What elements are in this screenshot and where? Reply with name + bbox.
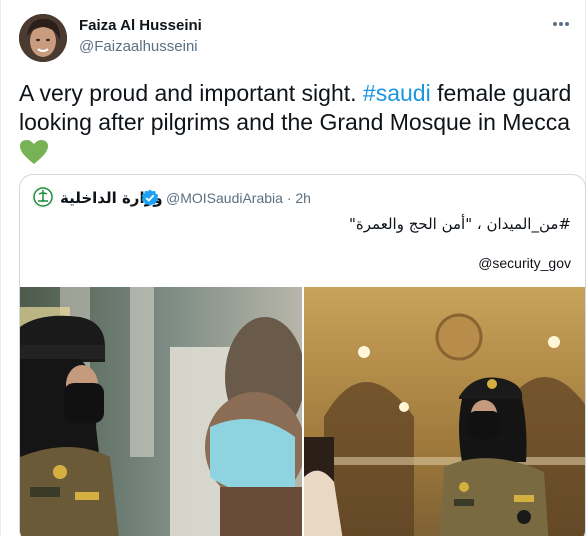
tweet-card[interactable]: Faiza Al Husseini @Faizaalhusseini A ver… bbox=[0, 0, 586, 536]
green-heart-icon bbox=[19, 139, 49, 165]
verified-badge-icon bbox=[141, 189, 159, 207]
author-name[interactable]: Faiza Al Husseini bbox=[79, 17, 202, 34]
quoted-tweet[interactable]: وزارة الداخلية @MOISaudiArabia · 2h #من_… bbox=[19, 174, 586, 536]
security-gov-mention[interactable]: @security_gov bbox=[478, 255, 571, 271]
quoted-timestamp[interactable]: 2h bbox=[295, 190, 311, 206]
separator-dot: · bbox=[286, 190, 292, 206]
more-options-icon[interactable] bbox=[547, 14, 575, 34]
female-guard-photo-right[interactable] bbox=[304, 287, 585, 536]
author-avatar[interactable] bbox=[19, 14, 67, 62]
ministry-emblem-icon[interactable] bbox=[32, 186, 54, 208]
quoted-handle-line: @MOISaudiArabia · 2h bbox=[166, 190, 311, 206]
quoted-arabic-text: #من_الميدان ، "أمن الحج والعمرة" bbox=[349, 215, 571, 233]
quoted-handle[interactable]: @MOISaudiArabia bbox=[166, 190, 283, 206]
tweet-text: A very proud and important sight. #saudi… bbox=[19, 79, 581, 166]
female-guard-photo-left[interactable] bbox=[20, 287, 302, 536]
tweet-text-part: A very proud and important sight. bbox=[19, 80, 363, 106]
author-handle[interactable]: @Faizaalhusseini bbox=[79, 38, 198, 55]
hashtag-link[interactable]: #saudi bbox=[363, 80, 431, 106]
